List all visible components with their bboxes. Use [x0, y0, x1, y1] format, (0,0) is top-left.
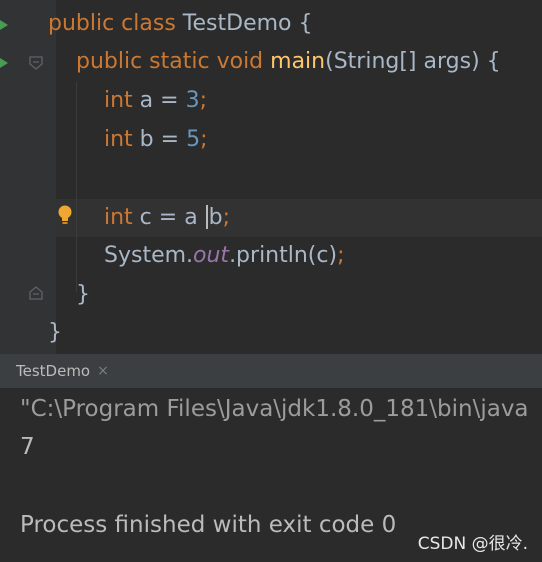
- code-line-int-c[interactable]: int c = a b;: [104, 199, 230, 237]
- fold-icon[interactable]: [29, 56, 43, 70]
- code-token: int: [104, 88, 133, 113]
- code-line-close-main[interactable]: }: [76, 276, 90, 314]
- code-line-println[interactable]: System.out.println(c);: [104, 237, 345, 275]
- code-line-main-decl[interactable]: public static void main(String[] args) {: [76, 43, 501, 81]
- code-line-class-decl[interactable]: public class TestDemo {: [48, 5, 313, 43]
- code-token: int: [104, 205, 133, 230]
- code-token: a =: [132, 88, 186, 113]
- code-line-close-class[interactable]: }: [48, 314, 62, 352]
- code-token: ;: [200, 127, 208, 152]
- code-token: int: [104, 127, 133, 152]
- console-exit-line: Process finished with exit code 0: [20, 512, 397, 538]
- run-tool-window-header: TestDemo ×: [0, 354, 542, 388]
- editor-gutter: [0, 0, 56, 354]
- code-token: .println(c): [229, 243, 338, 268]
- code-line-int-b[interactable]: int b = 5;: [104, 121, 208, 159]
- code-token: ;: [337, 243, 345, 268]
- console-output-line: 7: [20, 434, 35, 460]
- indent-guide: [76, 82, 77, 292]
- lightbulb-icon[interactable]: [56, 204, 74, 226]
- code-token: TestDemo: [175, 11, 299, 36]
- code-token: System.: [104, 243, 194, 268]
- code-token: }: [76, 282, 90, 307]
- code-editor[interactable]: public class TestDemo {public static voi…: [0, 0, 542, 354]
- code-token: b: [208, 205, 223, 230]
- code-token: 5: [186, 127, 201, 152]
- code-line-int-a[interactable]: int a = 3;: [104, 82, 207, 120]
- run-main-icon[interactable]: [0, 58, 8, 68]
- fold-icon[interactable]: [29, 286, 43, 300]
- tab-icon: [0, 367, 8, 382]
- code-token: }: [48, 320, 62, 345]
- code-token: ;: [199, 88, 208, 113]
- run-class-icon[interactable]: [0, 20, 8, 30]
- tab-testdemo[interactable]: TestDemo ×: [0, 354, 117, 388]
- csdn-watermark: CSDN @很冷.: [417, 534, 528, 554]
- code-token: c = a: [132, 205, 205, 230]
- code-token: main: [270, 49, 326, 74]
- console-output[interactable]: "C:\Program Files\Java\jdk1.8.0_181\bin\…: [0, 388, 542, 562]
- code-token: b =: [132, 127, 187, 152]
- code-token: 3: [185, 88, 200, 113]
- code-token: public class: [48, 11, 176, 36]
- code-token: (String[] args) {: [325, 49, 501, 74]
- text-caret: [205, 205, 208, 229]
- console-command-line: "C:\Program Files\Java\jdk1.8.0_181\bin\…: [20, 396, 529, 422]
- code-token: {: [298, 11, 313, 36]
- code-token: ;: [222, 205, 231, 230]
- code-token: out: [193, 243, 230, 268]
- code-token: public static void: [76, 49, 264, 74]
- tab-label: TestDemo: [16, 362, 91, 380]
- close-icon[interactable]: ×: [97, 363, 109, 379]
